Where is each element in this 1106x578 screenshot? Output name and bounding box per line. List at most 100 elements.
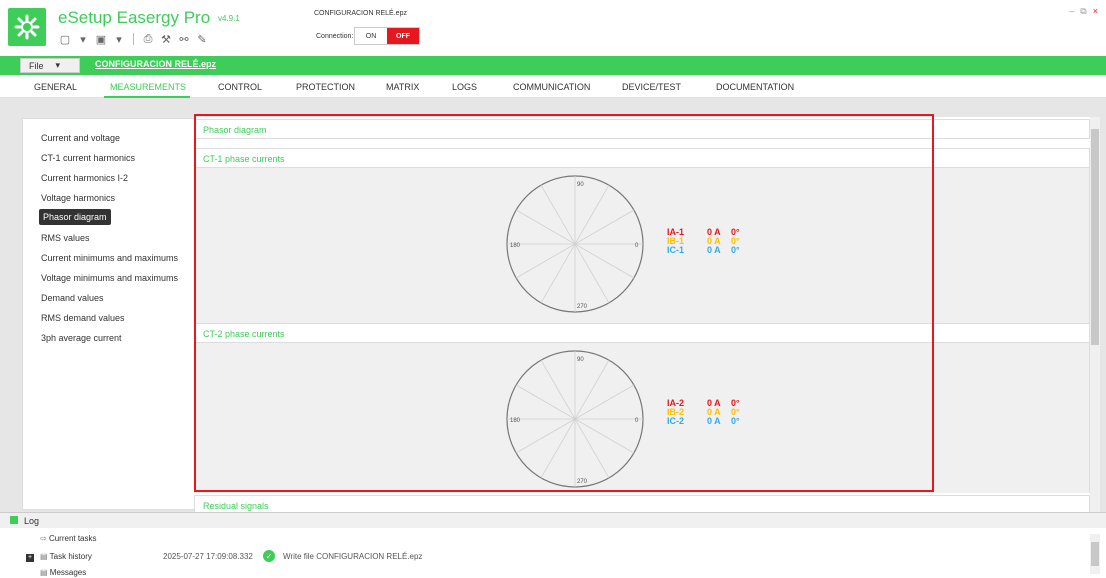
phase-current: 0 A xyxy=(707,416,721,426)
phasor-grid xyxy=(506,350,644,488)
toolbar-divider xyxy=(133,33,134,45)
wrench-icon[interactable]: ✎ xyxy=(195,32,209,46)
angle-90-label: 90 xyxy=(577,182,584,188)
angle-90-label: 90 xyxy=(577,357,584,363)
sidebar-item-demand-values[interactable]: Demand values xyxy=(41,293,104,303)
sidebar-item-current-min-max[interactable]: Current minimums and maximums xyxy=(41,253,178,263)
window-controls: – ⧉ × xyxy=(1069,6,1098,17)
log-panel: ⇨ Current tasks + ▤ Task history ▤ Messag… xyxy=(0,528,1106,578)
main-tabs: GENERAL MEASUREMENTS CONTROL PROTECTION … xyxy=(0,77,1106,98)
export-icon[interactable]: ▾ xyxy=(112,32,126,46)
ct1-phasor-diagram: 90 180 0 270 xyxy=(506,175,644,313)
section-header-phasor-diagram[interactable]: Phasor diagram xyxy=(194,119,1090,139)
check-success-icon: ✓ xyxy=(263,550,275,562)
tab-communication[interactable]: COMMUNICATION xyxy=(513,82,590,92)
log-scrollbar[interactable] xyxy=(1090,534,1100,574)
phase-angle: 0° xyxy=(731,416,740,426)
connection-label: Connection: xyxy=(316,33,354,40)
tab-measurements[interactable]: MEASUREMENTS xyxy=(110,82,186,92)
panel-scrollbar[interactable] xyxy=(1090,117,1100,512)
new-icon[interactable]: ▢ xyxy=(58,32,72,46)
expand-icon[interactable]: + xyxy=(26,554,34,562)
ct2-legend: IA-2 0 A 0° IB-2 0 A 0° IC-2 0 A 0° xyxy=(667,399,740,426)
section-title: Phasor diagram xyxy=(203,125,267,135)
sidebar-item-rms-values[interactable]: RMS values xyxy=(41,233,90,243)
sidebar-item-voltage-harmonics[interactable]: Voltage harmonics xyxy=(41,193,115,203)
log-indicator xyxy=(10,516,18,524)
tab-documentation[interactable]: DOCUMENTATION xyxy=(716,82,794,92)
sidebar-item-ct1-current-harmonics[interactable]: CT-1 current harmonics xyxy=(41,153,135,163)
tab-device-test[interactable]: DEVICE/TEST xyxy=(622,82,681,92)
scrollbar-thumb[interactable] xyxy=(1091,129,1099,345)
settings-gear-logo-icon xyxy=(8,8,46,46)
sidebar-item-rms-demand-values[interactable]: RMS demand values xyxy=(41,313,125,323)
angle-180-label: 180 xyxy=(510,418,521,424)
project-file-link[interactable]: CONFIGURACION RELÉ.epz xyxy=(95,59,216,69)
ct1-phasor-body: 90 180 0 270 IA-1 0 A 0° IB-1 0 A 0° IC-1 0 A… xyxy=(194,168,1090,323)
section-header-ct1[interactable]: CT-1 phase currents xyxy=(194,148,1090,168)
log-current-tasks-label: Current tasks xyxy=(48,534,97,543)
phasor-panel: Phasor diagram CT-1 phase currents 90 18… xyxy=(194,117,1090,512)
history-icon: ▤ xyxy=(40,552,50,561)
phase-current: 0 A xyxy=(707,245,721,255)
legend-row-ic1: IC-1 0 A 0° xyxy=(667,246,740,255)
save-icon[interactable]: ▣ xyxy=(94,32,108,46)
file-menu-button[interactable]: File ▾ xyxy=(20,58,80,73)
sidebar-item-voltage-min-max[interactable]: Voltage minimums and maximums xyxy=(41,273,178,283)
connection-on-button[interactable]: ON xyxy=(355,28,387,44)
open-file-title: CONFIGURACION RELÉ.epz xyxy=(314,10,407,17)
section-title: Residual signals xyxy=(203,501,269,511)
log-scrollbar-thumb[interactable] xyxy=(1091,542,1099,566)
tasks-arrow-icon: ⇨ xyxy=(40,534,49,543)
app-window: eSetup Easergy Pro v4.9.1 ▢ ▾ ▣ ▾ ⎙ ⚒ ⚯ … xyxy=(0,0,1106,578)
restore-button[interactable]: ⧉ xyxy=(1080,6,1086,17)
tab-matrix[interactable]: MATRIX xyxy=(386,82,419,92)
tab-protection[interactable]: PROTECTION xyxy=(296,82,355,92)
log-title: Log xyxy=(24,516,40,526)
tab-general[interactable]: GENERAL xyxy=(34,82,77,92)
connection-toggle[interactable]: ON OFF xyxy=(354,27,420,45)
phase-label: IC-1 xyxy=(667,245,685,255)
quick-toolbar: ▢ ▾ ▣ ▾ ⎙ ⚒ ⚯ ✎ xyxy=(58,32,209,46)
minimize-button[interactable]: – xyxy=(1069,6,1074,17)
angle-270-label: 270 xyxy=(577,479,588,485)
menu-bar: File ▾ CONFIGURACION RELÉ.epz xyxy=(0,56,1106,75)
log-header[interactable]: Log xyxy=(0,512,1106,528)
tools-icon[interactable]: ⚒ xyxy=(159,32,173,46)
phase-label: IC-2 xyxy=(667,416,685,426)
section-header-ct2[interactable]: CT-2 phase currents xyxy=(194,323,1090,343)
log-messages-label: Messages xyxy=(49,568,87,577)
chevron-down-icon: ▾ xyxy=(55,60,61,70)
compare-icon[interactable]: ⚯ xyxy=(177,32,191,46)
phasor-grid xyxy=(506,175,644,313)
close-button[interactable]: × xyxy=(1093,6,1098,17)
sidebar-item-phasor-diagram[interactable]: Phasor diagram xyxy=(39,209,111,225)
file-menu-label: File xyxy=(29,60,44,71)
ct2-phasor-diagram: 90 180 0 270 xyxy=(506,350,644,488)
app-header: eSetup Easergy Pro v4.9.1 ▢ ▾ ▣ ▾ ⎙ ⚒ ⚯ … xyxy=(0,0,1106,55)
angle-270-label: 270 xyxy=(577,304,588,310)
tab-logs[interactable]: LOGS xyxy=(452,82,477,92)
sidebar-item-current-and-voltage[interactable]: Current and voltage xyxy=(41,133,120,143)
sidebar-item-current-harmonics-i2[interactable]: Current harmonics I-2 xyxy=(41,173,128,183)
connection-off-button[interactable]: OFF xyxy=(387,28,419,44)
ct1-legend: IA-1 0 A 0° IB-1 0 A 0° IC-1 0 A 0° xyxy=(667,228,740,255)
log-message: Write file CONFIGURACION RELÉ.epz xyxy=(283,552,423,561)
phase-angle: 0° xyxy=(731,245,740,255)
section-title: CT-1 phase currents xyxy=(203,154,285,164)
section-header-residual-signals[interactable]: Residual signals xyxy=(194,495,1090,512)
print-icon[interactable]: ⎙ xyxy=(141,32,155,46)
tab-control[interactable]: CONTROL xyxy=(218,82,262,92)
sidebar-item-3ph-average-current[interactable]: 3ph average current xyxy=(41,333,122,343)
open-icon[interactable]: ▾ xyxy=(76,32,90,46)
angle-180-label: 180 xyxy=(510,243,521,249)
messages-icon: ▤ xyxy=(40,568,50,577)
log-messages[interactable]: ▤ Messages xyxy=(40,568,86,577)
log-timestamp: 2025-07-27 17:09:08.332 xyxy=(163,552,253,561)
log-task-history[interactable]: + ▤ Task history xyxy=(26,552,92,562)
measurements-sidebar: Current and voltage CT-1 current harmoni… xyxy=(22,118,204,510)
app-title: eSetup Easergy Pro xyxy=(58,8,211,27)
log-current-tasks[interactable]: ⇨ Current tasks xyxy=(40,534,97,543)
legend-row-ic2: IC-2 0 A 0° xyxy=(667,417,740,426)
section-title: CT-2 phase currents xyxy=(203,329,285,339)
